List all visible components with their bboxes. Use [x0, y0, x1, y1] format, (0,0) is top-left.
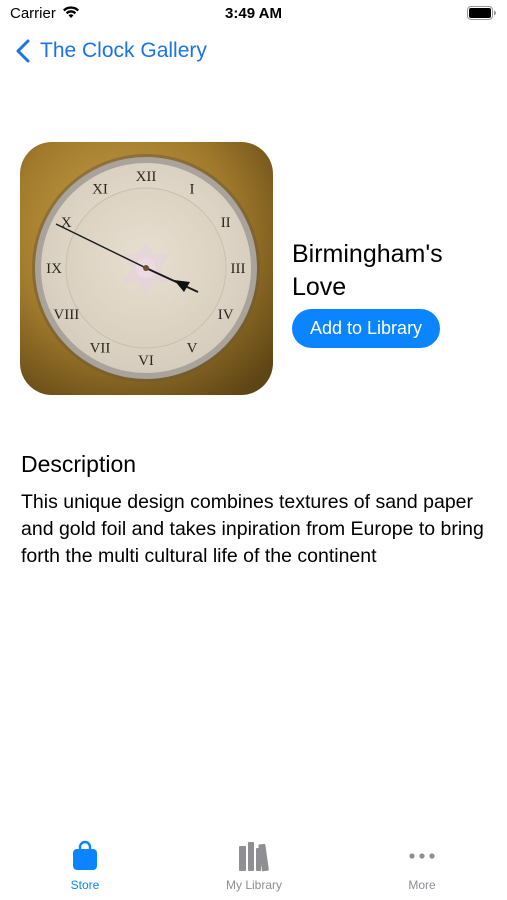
- clock-numeral: III: [231, 261, 246, 277]
- add-to-library-button[interactable]: Add to Library: [292, 309, 441, 348]
- clock-numeral: XI: [92, 181, 108, 197]
- clock-numeral: II: [221, 215, 231, 231]
- clock-face-image: XIIIIIIIIIVVVIVIIVIIIIXXXI: [20, 142, 273, 395]
- product-title: Birmingham's Love: [292, 240, 443, 301]
- bag-icon: [73, 840, 97, 870]
- clock-numeral: IV: [218, 307, 234, 323]
- tab-my-library-label: My Library: [225, 878, 282, 892]
- back-button[interactable]: The Clock Gallery: [14, 38, 207, 64]
- tab-my-library[interactable]: My Library: [184, 840, 324, 892]
- tab-store[interactable]: Store: [15, 840, 155, 892]
- books-icon: [239, 842, 269, 872]
- description-heading: Description: [21, 451, 137, 477]
- clock-numeral: IX: [46, 261, 62, 277]
- clock-time: 3:49 AM: [225, 5, 282, 22]
- clock-numeral: VII: [90, 341, 111, 357]
- tab-more[interactable]: More: [352, 840, 492, 892]
- ellipsis-icon: [409, 853, 435, 859]
- chevron-left-icon: [16, 39, 30, 63]
- tab-store-label: Store: [70, 878, 100, 892]
- clock-artwork: XII I II III IV V VI VII VIII IX X XI: [20, 142, 273, 395]
- tab-more-label: More: [408, 878, 436, 892]
- battery-icon: [467, 6, 496, 20]
- clock-numeral: I: [190, 181, 195, 197]
- clock-numeral: V: [187, 341, 198, 357]
- back-button-label: The Clock Gallery: [40, 39, 207, 62]
- status-bar: Carrier 3:49 AM: [0, 0, 507, 30]
- tab-bar: Store My Library More: [0, 830, 507, 900]
- clock-numeral: XII: [136, 169, 157, 185]
- clock-numeral: VIII: [53, 307, 79, 323]
- clock-numeral: VI: [138, 353, 154, 369]
- description-text: This unique design combines textures of …: [21, 491, 484, 567]
